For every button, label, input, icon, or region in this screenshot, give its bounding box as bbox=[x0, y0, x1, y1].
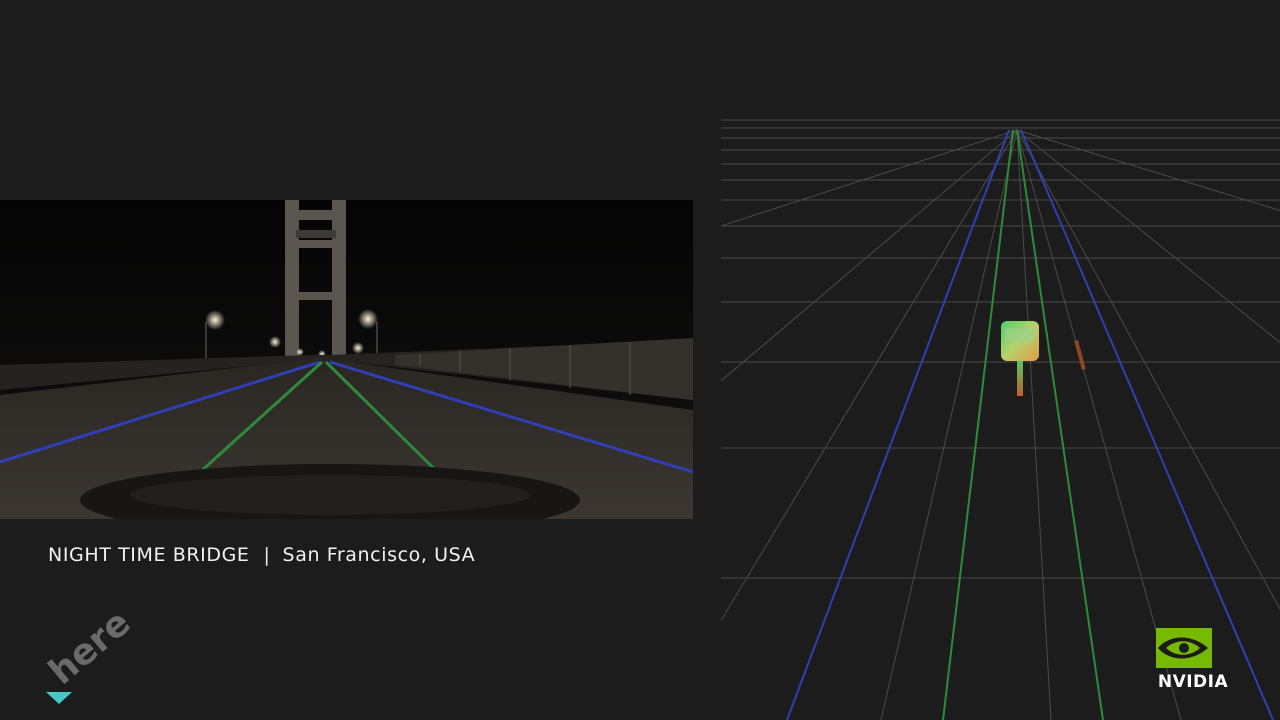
here-logo-icon: here bbox=[41, 602, 138, 704]
caption-location: San Francisco, USA bbox=[282, 544, 476, 566]
camera-feed-image bbox=[0, 200, 693, 519]
camera-feed bbox=[0, 200, 693, 519]
caption-separator: | bbox=[263, 544, 271, 566]
nvidia-logo: NVIDIA bbox=[1148, 626, 1238, 694]
svg-text:here: here bbox=[44, 612, 138, 693]
caption-title: NIGHT TIME BRIDGE bbox=[48, 544, 250, 566]
video-caption: NIGHT TIME BRIDGE | San Francisco, USA bbox=[48, 541, 475, 569]
nvidia-eye-icon bbox=[1156, 628, 1212, 668]
video-stage: NIGHT TIME BRIDGE | San Francisco, USA h… bbox=[0, 0, 1280, 720]
nvidia-wordmark: NVIDIA bbox=[1157, 672, 1229, 692]
here-logo: here bbox=[41, 602, 144, 708]
